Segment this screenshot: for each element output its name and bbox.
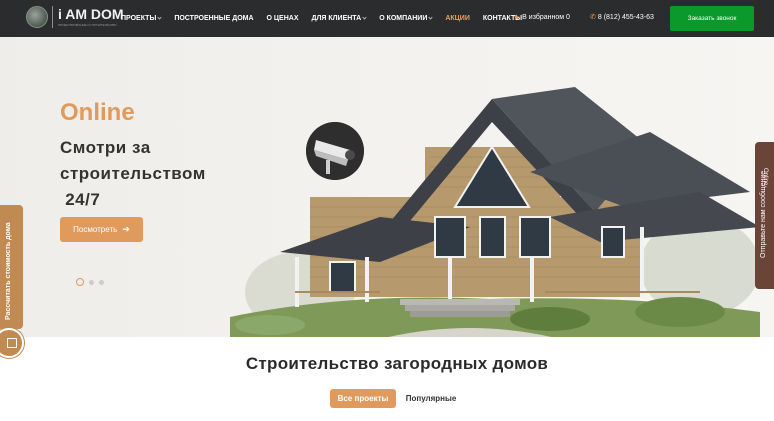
chevron-down-icon	[428, 15, 433, 20]
hero-title-line: Смотри за	[60, 138, 151, 157]
nav-item-projects[interactable]: Проекты	[121, 15, 162, 22]
logo-mark-icon	[26, 6, 48, 28]
filter-popular[interactable]: Популярные	[400, 389, 462, 408]
message-label: Отправьте нам сообщение	[760, 170, 767, 258]
calculate-cost-tab[interactable]: Рассчитать стоимость дома	[0, 205, 23, 329]
page: i AM DOM ПРОЕКТИРОВАНИЕ И СТРОИТЕЛЬСТВО …	[0, 0, 774, 421]
house-image	[230, 87, 760, 337]
logo-divider	[52, 6, 53, 28]
phone-icon: ✆	[590, 14, 596, 21]
slider-dots	[76, 278, 104, 286]
calculate-cost-label: Рассчитать стоимость дома	[5, 222, 12, 320]
filter-all-projects[interactable]: Все проекты	[330, 389, 396, 408]
nav-label: Построенные дома	[174, 15, 254, 22]
slider-dot[interactable]	[76, 278, 84, 286]
slider-dot[interactable]	[99, 279, 104, 285]
nav-item-promotions[interactable]: Акции	[445, 15, 470, 22]
nav-label: Проекты	[121, 15, 157, 22]
nav-item-about[interactable]: О компании	[379, 15, 433, 22]
watch-button-label: Посмотреть	[73, 225, 118, 234]
phone-link[interactable]: ✆ 8 (812) 455-43-63	[590, 13, 654, 22]
hero-title: Смотри за строительством 24/7	[60, 135, 220, 213]
nav-label: Акции	[445, 15, 470, 22]
nav-label: О ценах	[266, 15, 299, 22]
header: i AM DOM ПРОЕКТИРОВАНИЕ И СТРОИТЕЛЬСТВО …	[0, 0, 774, 37]
nav-label: Для клиента	[311, 15, 362, 22]
logo[interactable]: i AM DOM ПРОЕКТИРОВАНИЕ И СТРОИТЕЛЬСТВО	[26, 6, 124, 28]
favorites-link[interactable]: ★ В избранном 0	[513, 13, 570, 22]
favorites-label: В избранном 0	[522, 14, 570, 21]
message-tab[interactable]: Online Отправьте нам сообщение	[755, 142, 774, 289]
logo-text: i AM DOM	[58, 6, 124, 22]
slider-dot[interactable]	[89, 279, 94, 285]
camera-icon	[306, 122, 364, 180]
watch-button[interactable]: Посмотреть ➔	[60, 217, 143, 242]
arrow-right-icon: ➔	[122, 224, 130, 234]
nav-label: О компании	[379, 15, 428, 22]
calculator-icon	[7, 338, 17, 348]
main-nav: Проекты Построенные дома О ценах Для кли…	[121, 0, 535, 37]
hero-slider: Online Смотри за строительством 24/7 Пос…	[0, 37, 774, 337]
hero-online-label: Online	[60, 99, 135, 126]
chevron-down-icon	[157, 15, 162, 20]
nav-item-built-houses[interactable]: Построенные дома	[174, 15, 253, 22]
nav-item-for-client[interactable]: Для клиента	[311, 15, 367, 22]
callback-button[interactable]: Заказать звонок	[670, 6, 754, 31]
chevron-down-icon	[362, 15, 367, 20]
hero-title-line: строительством	[60, 164, 206, 183]
nav-item-prices[interactable]: О ценах	[267, 15, 299, 22]
star-icon: ★	[513, 13, 521, 22]
phone-number: 8 (812) 455-43-63	[597, 13, 654, 21]
hero-title-line: 24/7	[60, 190, 101, 209]
section-title: Строительство загородных домов	[245, 354, 549, 373]
logo-subtitle: ПРОЕКТИРОВАНИЕ И СТРОИТЕЛЬСТВО	[58, 23, 117, 27]
